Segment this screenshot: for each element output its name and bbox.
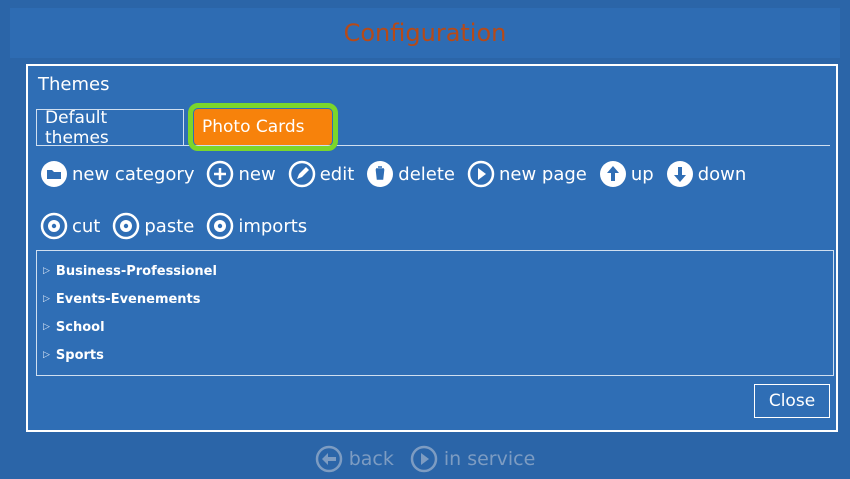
- themes-heading: Themes: [38, 74, 110, 95]
- new-category-label: new category: [72, 163, 195, 185]
- expand-arrow-icon[interactable]: ▷: [43, 322, 50, 332]
- tab-photo-cards[interactable]: Photo Cards: [188, 103, 338, 151]
- tab-default-themes[interactable]: Default themes: [36, 108, 184, 148]
- new-label: new: [238, 163, 276, 185]
- tree-item-events[interactable]: ▷ Events-Evenements: [43, 285, 827, 313]
- paste-label: paste: [144, 215, 195, 237]
- back-button[interactable]: back: [315, 445, 394, 473]
- gear-icon: [40, 212, 68, 240]
- edit-label: edit: [319, 163, 355, 185]
- window-title: Configuration: [343, 19, 507, 47]
- pencil-icon: [288, 160, 316, 188]
- folder-icon: [40, 160, 68, 188]
- arrow-left-icon: [315, 445, 343, 473]
- expand-arrow-icon[interactable]: ▷: [43, 266, 50, 276]
- play-icon: [410, 445, 438, 473]
- plus-icon: [206, 160, 234, 188]
- bottom-navigation: back in service: [0, 438, 850, 479]
- imports-label: imports: [238, 215, 308, 237]
- theme-tabs: Default themes Photo Cards: [36, 101, 830, 151]
- tree-item-school[interactable]: ▷ School: [43, 313, 827, 341]
- close-button[interactable]: Close: [754, 384, 830, 418]
- in-service-button[interactable]: in service: [410, 445, 535, 473]
- up-label: up: [630, 163, 654, 185]
- arrow-up-icon: [599, 160, 627, 188]
- back-label: back: [348, 447, 394, 470]
- category-tree: ▷ Business-Professionel ▷ Events-Eveneme…: [36, 250, 834, 376]
- up-button[interactable]: up: [599, 160, 654, 188]
- new-page-button[interactable]: new page: [467, 160, 587, 188]
- trash-icon: [366, 160, 394, 188]
- expand-arrow-icon[interactable]: ▷: [43, 294, 50, 304]
- title-bar: Configuration: [10, 8, 840, 58]
- arrow-down-icon: [666, 160, 694, 188]
- tree-item-label: Sports: [55, 347, 104, 363]
- new-category-button[interactable]: new category: [40, 160, 194, 188]
- play-icon: [467, 160, 495, 188]
- new-page-label: new page: [498, 163, 587, 185]
- expand-arrow-icon[interactable]: ▷: [43, 350, 50, 360]
- tree-item-label: Business-Professionel: [55, 263, 217, 279]
- delete-label: delete: [398, 163, 455, 185]
- imports-button[interactable]: imports: [206, 212, 307, 240]
- edit-button[interactable]: edit: [288, 160, 355, 188]
- gear-icon: [112, 212, 140, 240]
- tree-item-label: Events-Evenements: [55, 291, 201, 307]
- down-label: down: [697, 163, 747, 185]
- toolbar-row-2: cut paste imports: [40, 208, 313, 244]
- tree-item-business[interactable]: ▷ Business-Professionel: [43, 257, 827, 285]
- tree-item-label: School: [55, 319, 105, 335]
- gear-icon: [206, 212, 234, 240]
- configuration-panel: Themes Default themes Photo Cards new ca…: [26, 64, 838, 432]
- delete-button[interactable]: delete: [366, 160, 455, 188]
- cut-button[interactable]: cut: [40, 212, 100, 240]
- toolbar-row-1: new category new edit delete new page up…: [40, 156, 752, 192]
- in-service-label: in service: [443, 447, 536, 470]
- tree-item-sports[interactable]: ▷ Sports: [43, 341, 827, 369]
- paste-button[interactable]: paste: [112, 212, 194, 240]
- cut-label: cut: [72, 215, 101, 237]
- down-button[interactable]: down: [666, 160, 747, 188]
- new-button[interactable]: new: [206, 160, 276, 188]
